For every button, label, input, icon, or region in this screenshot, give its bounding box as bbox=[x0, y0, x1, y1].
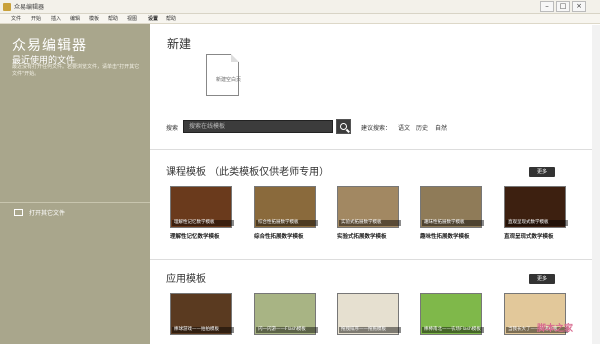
template-thumbnail[interactable]: 直观呈现式数学模板 bbox=[504, 186, 568, 228]
section-divider bbox=[150, 259, 600, 260]
template-thumbnail[interactable]: 拖拽排序——拖拖模板 bbox=[337, 293, 401, 335]
search-label: 搜索 bbox=[166, 125, 179, 132]
template-thumbnail[interactable]: 综合性拓展数学模板 bbox=[254, 186, 318, 228]
menu-item[interactable]: 开始 bbox=[31, 15, 41, 22]
suggest-label: 建议搜索： bbox=[361, 125, 392, 132]
watermark-text: 脚本之家 bbox=[537, 324, 574, 334]
template-label[interactable]: 理解性记忆数学模板 bbox=[170, 232, 234, 240]
menu-item[interactable]: 模板 bbox=[89, 15, 99, 22]
template-thumbnail[interactable]: 实验式拓展数学模板 bbox=[337, 186, 401, 228]
menu-item[interactable]: 视图 bbox=[127, 15, 137, 22]
thumbnail-caption: 棒棒南北——农场Flash模板 bbox=[422, 327, 484, 333]
menu-item[interactable]: 文件 bbox=[11, 15, 21, 22]
thumbnail-caption: 棒球游戏——拍拍模板 bbox=[172, 327, 234, 333]
search-input[interactable]: 搜索在线模板 bbox=[183, 120, 333, 133]
template-thumbnail[interactable]: 趣味性拓展数学模板 bbox=[420, 186, 484, 228]
thumbnail-caption: 理解性记忆数学模板 bbox=[172, 220, 234, 226]
section-title-course: 课程模板 （此类模板仅供老师专用） bbox=[166, 167, 330, 178]
sidebar: 众易编辑器 最近使用的文件 最近没有打开任何文件。若要浏览文件，请单击"打开其它… bbox=[0, 24, 150, 344]
template-label[interactable]: 趣味性拓展数学模板 bbox=[420, 232, 484, 240]
app-title: 众易编辑器 bbox=[12, 38, 87, 54]
template-label[interactable]: 直观呈现式数学模板 bbox=[504, 232, 568, 240]
template-card[interactable]: 理解性记忆数学模板 理解性记忆数学模板 bbox=[170, 186, 234, 240]
window-title: 众易编辑器 bbox=[14, 4, 45, 11]
menu-item[interactable]: 编辑 bbox=[70, 15, 80, 22]
thumbnail-caption: 拖拽排序——拖拖模板 bbox=[339, 327, 401, 333]
template-thumbnail[interactable]: 棒球游戏——拍拍模板 bbox=[170, 293, 234, 335]
app-logo-icon bbox=[3, 3, 11, 11]
section-divider bbox=[150, 149, 600, 150]
open-other-files-label: 打开其它文件 bbox=[29, 210, 66, 217]
template-thumbnail[interactable]: 棒棒南北——农场Flash模板 bbox=[420, 293, 484, 335]
thumbnail-caption: 综合性拓展数学模板 bbox=[256, 220, 318, 226]
template-card[interactable]: 趣味性拓展数学模板 趣味性拓展数学模板 bbox=[420, 186, 484, 240]
sidebar-divider bbox=[0, 202, 150, 203]
search-button[interactable] bbox=[336, 119, 351, 134]
menu-bar: 文件 开始 插入 编辑 模板 帮助 视图 设置 帮助 bbox=[0, 14, 600, 24]
menu-item[interactable]: 设置 bbox=[148, 15, 158, 22]
thumbnail-caption: 趣味性拓展数学模板 bbox=[422, 220, 484, 226]
maximize-button[interactable]: □ bbox=[556, 1, 570, 12]
folder-icon bbox=[14, 209, 23, 216]
new-blank-document[interactable] bbox=[206, 54, 239, 96]
suggestion-link[interactable]: 历史 bbox=[416, 123, 428, 132]
search-icon-handle bbox=[346, 128, 350, 133]
template-card[interactable]: 拖拽排序——拖拖模板 bbox=[337, 293, 401, 335]
menu-item[interactable]: 帮助 bbox=[108, 15, 118, 22]
template-label[interactable]: 综合性拓展数学模板 bbox=[254, 232, 318, 240]
template-card[interactable]: 综合性拓展数学模板 综合性拓展数学模板 bbox=[254, 186, 318, 240]
menu-item[interactable]: 插入 bbox=[51, 15, 61, 22]
suggestion-link[interactable]: 自然 bbox=[435, 123, 447, 132]
suggestion-link[interactable]: 语文 bbox=[398, 123, 410, 132]
thumbnail-caption: 实验式拓展数学模板 bbox=[339, 220, 401, 226]
section-title-app: 应用模板 bbox=[166, 274, 206, 285]
template-thumbnail[interactable]: 理解性记忆数学模板 bbox=[170, 186, 234, 228]
more-course-templates-button[interactable]: 更多 bbox=[529, 167, 555, 177]
recent-files-description: 最近没有打开任何文件。若要浏览文件，请单击"打开其它文件"开始。 bbox=[12, 64, 140, 77]
new-blank-label: 新建空白页 bbox=[216, 77, 242, 83]
page-title: 新建 bbox=[167, 37, 192, 51]
template-card[interactable]: 直观呈现式数学模板 直观呈现式数学模板 bbox=[504, 186, 568, 240]
menu-item[interactable]: 帮助 bbox=[166, 15, 176, 22]
close-button[interactable]: × bbox=[572, 1, 586, 12]
template-card[interactable]: 棒球游戏——拍拍模板 bbox=[170, 293, 234, 335]
title-bar: 众易编辑器 – □ × bbox=[0, 0, 600, 14]
template-card[interactable]: 闪一闪游——Flash模板 bbox=[254, 293, 318, 335]
minimize-button[interactable]: – bbox=[540, 1, 554, 12]
page-fold-icon bbox=[231, 54, 239, 62]
main-panel: 新建 新建空白页 搜索 搜索在线模板 建议搜索： 语文 历史 自然 课程模板 （… bbox=[150, 24, 600, 344]
scrollbar[interactable] bbox=[592, 25, 600, 344]
template-label[interactable]: 实验式拓展数学模板 bbox=[337, 232, 401, 240]
template-card[interactable]: 棒棒南北——农场Flash模板 bbox=[420, 293, 484, 335]
open-other-files-button[interactable]: 打开其它文件 bbox=[14, 208, 65, 217]
template-card[interactable]: 实验式拓展数学模板 实验式拓展数学模板 bbox=[337, 186, 401, 240]
thumbnail-caption: 直观呈现式数学模板 bbox=[506, 220, 568, 226]
thumbnail-caption: 闪一闪游——Flash模板 bbox=[256, 327, 318, 333]
template-thumbnail[interactable]: 闪一闪游——Flash模板 bbox=[254, 293, 318, 335]
more-app-templates-button[interactable]: 更多 bbox=[529, 274, 555, 284]
